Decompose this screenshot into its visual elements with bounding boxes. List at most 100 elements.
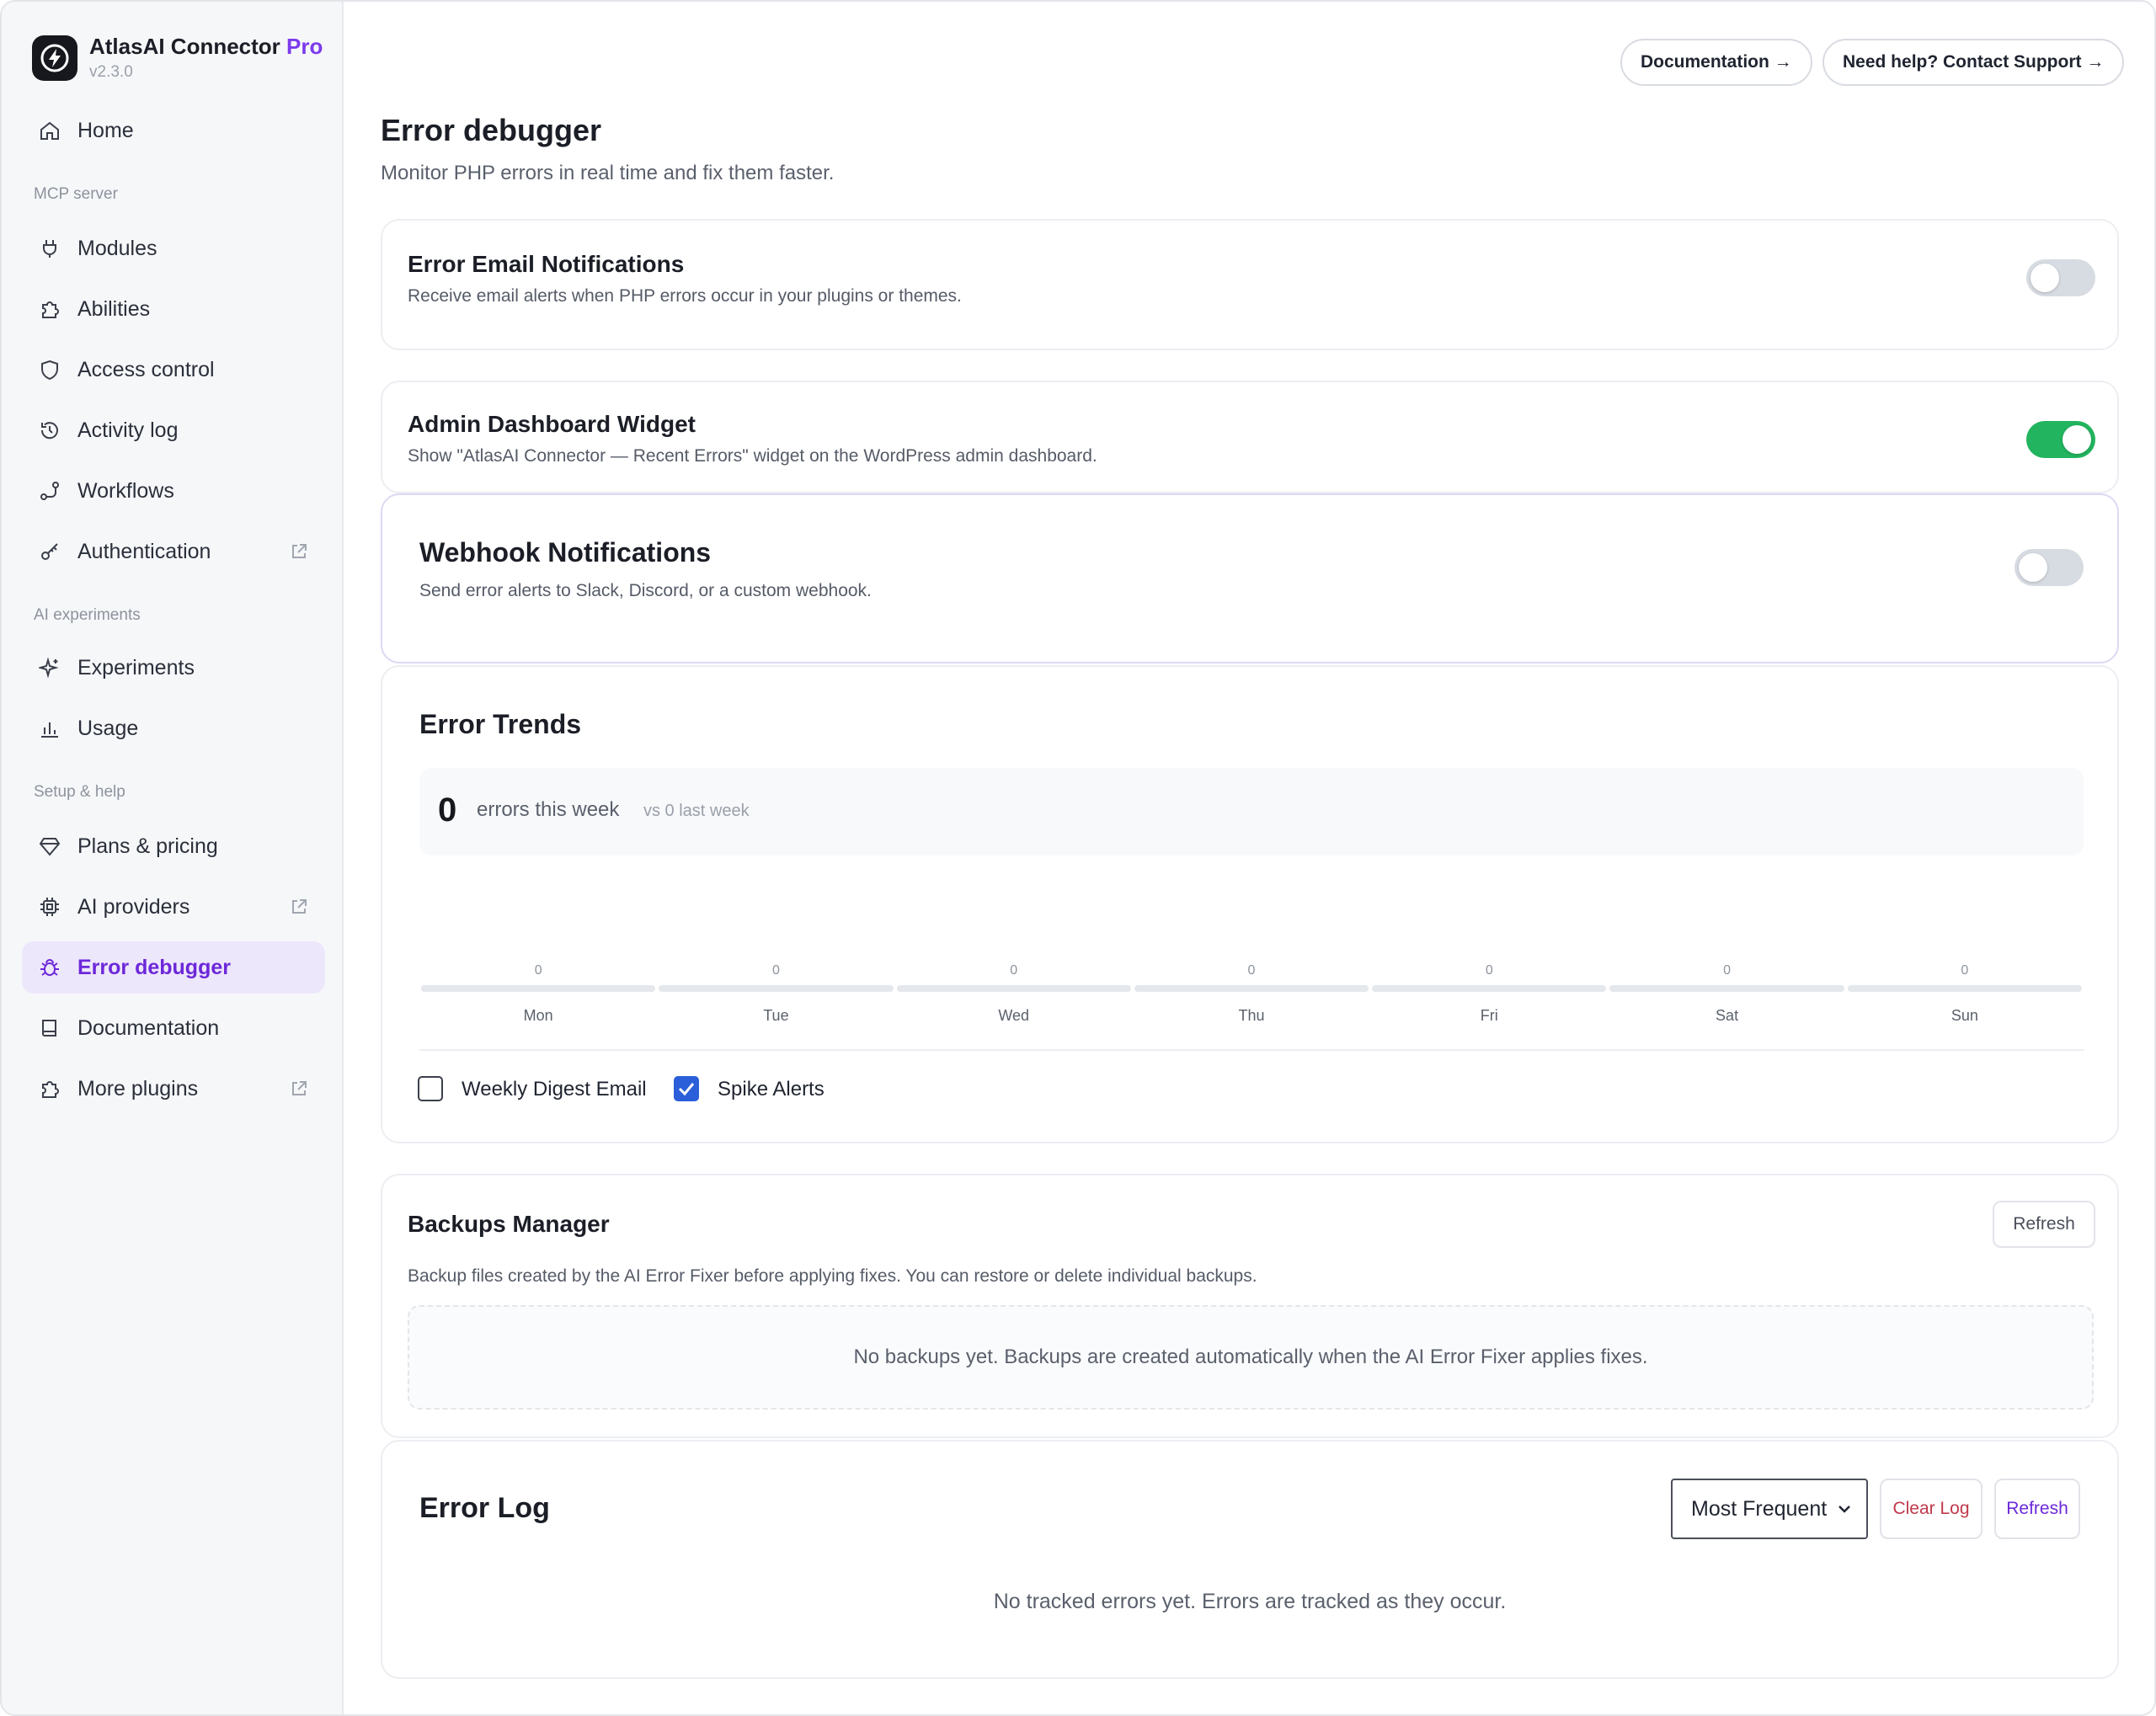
sidebar-item-label: Modules xyxy=(77,236,157,260)
dashboard-widget-title: Admin Dashboard Widget xyxy=(408,411,696,437)
day-bar xyxy=(1609,985,1844,992)
brand-name: AtlasAI Connector Pro xyxy=(89,34,323,60)
sidebar-item-label: Workflows xyxy=(77,478,174,503)
error-trends-card: Error Trends 0 errors this week vs 0 las… xyxy=(381,665,2119,1143)
chevron-down-icon xyxy=(1838,1505,1850,1513)
weekly-digest-checkbox[interactable] xyxy=(418,1076,443,1101)
day-bar xyxy=(421,985,656,992)
sidebar-item-plans[interactable]: Plans & pricing xyxy=(22,820,325,872)
day-bar xyxy=(1847,985,2082,992)
external-link-icon xyxy=(290,898,308,916)
sidebar-item-label: Usage xyxy=(77,716,139,740)
weekly-stat-box: 0 errors this week vs 0 last week xyxy=(419,768,2084,855)
diamond-icon xyxy=(37,834,62,859)
sidebar-item-ai-providers[interactable]: AI providers xyxy=(22,881,325,933)
sidebar: AtlasAI Connector Pro v2.3.0 Home MCP se… xyxy=(2,2,344,1714)
sidebar-item-label: Error debugger xyxy=(77,955,231,979)
webhook-card: Webhook Notifications Send error alerts … xyxy=(381,493,2119,663)
sidebar-item-label: Experiments xyxy=(77,655,195,679)
error-log-card: Error Log Most Frequent Clear Log Refres… xyxy=(381,1440,2119,1679)
page-subtitle: Monitor PHP errors in real time and fix … xyxy=(381,162,835,184)
brand-tier-badge: Pro xyxy=(286,34,323,59)
day-value: 0 xyxy=(1961,963,1969,978)
key-icon xyxy=(37,539,62,564)
error-log-refresh-button[interactable]: Refresh xyxy=(1994,1479,2080,1539)
bug-icon xyxy=(37,955,62,980)
day-label: Sun xyxy=(1951,1007,1978,1024)
dashboard-widget-toggle[interactable] xyxy=(2026,421,2095,458)
sidebar-item-label: Access control xyxy=(77,357,215,381)
sidebar-item-label: Authentication xyxy=(77,539,211,563)
sidebar-item-access-control[interactable]: Access control xyxy=(22,344,325,396)
external-link-icon xyxy=(290,542,308,561)
sidebar-item-label: Activity log xyxy=(77,418,179,442)
documentation-button[interactable]: Documentation → xyxy=(1620,39,1812,86)
spike-alerts-label: Spike Alerts xyxy=(718,1078,825,1100)
day-bar xyxy=(896,985,1131,992)
workflow-icon xyxy=(37,478,62,504)
error-log-title: Error Log xyxy=(419,1492,550,1524)
toggle-knob xyxy=(2019,553,2047,582)
sidebar-item-modules[interactable]: Modules xyxy=(22,222,325,274)
sidebar-item-label: Documentation xyxy=(77,1015,220,1040)
external-link-icon xyxy=(290,1079,308,1098)
email-notifications-card: Error Email Notifications Receive email … xyxy=(381,219,2119,350)
day-label: Tue xyxy=(763,1007,789,1024)
weekly-error-label: errors this week xyxy=(477,798,620,821)
sidebar-item-workflows[interactable]: Workflows xyxy=(22,465,325,517)
puzzle-icon xyxy=(37,296,62,322)
home-icon xyxy=(37,118,62,143)
sidebar-item-label: More plugins xyxy=(77,1076,199,1100)
brand-version: v2.3.0 xyxy=(89,63,133,81)
shield-icon xyxy=(37,357,62,382)
backups-card: Backups Manager Refresh Backup files cre… xyxy=(381,1174,2119,1438)
sidebar-item-authentication[interactable]: Authentication xyxy=(22,525,325,578)
sidebar-item-label: Home xyxy=(77,118,134,142)
sidebar-item-error-debugger[interactable]: Error debugger xyxy=(22,941,325,994)
error-trends-title: Error Trends xyxy=(419,709,582,739)
sidebar-item-activity-log[interactable]: Activity log xyxy=(22,404,325,456)
day-bar xyxy=(1372,985,1607,992)
day-bar xyxy=(1134,985,1369,992)
clear-log-button[interactable]: Clear Log xyxy=(1880,1479,1983,1539)
plug-icon xyxy=(37,236,62,261)
backups-desc: Backup files created by the AI Error Fix… xyxy=(408,1266,1257,1286)
day-value: 0 xyxy=(771,963,780,978)
sidebar-item-abilities[interactable]: Abilities xyxy=(22,283,325,335)
sidebar-item-usage[interactable]: Usage xyxy=(22,702,325,754)
toggle-knob xyxy=(2031,264,2059,292)
brand-title: AtlasAI Connector xyxy=(89,34,280,59)
sidebar-item-home[interactable]: Home xyxy=(22,104,325,157)
backups-title: Backups Manager xyxy=(408,1211,610,1237)
brand-logo-icon xyxy=(32,35,77,81)
email-notifications-title: Error Email Notifications xyxy=(408,251,685,277)
day-value: 0 xyxy=(1010,963,1018,978)
page-title: Error debugger xyxy=(381,113,602,147)
day-value: 0 xyxy=(1723,963,1732,978)
day-label: Mon xyxy=(523,1007,553,1024)
sidebar-item-experiments[interactable]: Experiments xyxy=(22,642,325,694)
sidebar-item-label: Plans & pricing xyxy=(77,834,218,858)
puzzle-icon xyxy=(37,1076,62,1101)
contact-support-button[interactable]: Need help? Contact Support → xyxy=(1822,39,2125,86)
section-label-mcp: MCP server xyxy=(34,185,118,203)
weekly-error-count: 0 xyxy=(438,791,457,829)
sidebar-item-documentation[interactable]: Documentation xyxy=(22,1002,325,1054)
day-value: 0 xyxy=(534,963,542,978)
sort-select-value: Most Frequent xyxy=(1691,1496,1828,1521)
sidebar-item-more-plugins[interactable]: More plugins xyxy=(22,1063,325,1115)
toggle-knob xyxy=(2063,425,2091,454)
day-label: Sat xyxy=(1716,1007,1739,1024)
backups-refresh-button[interactable]: Refresh xyxy=(1993,1201,2095,1248)
webhook-toggle[interactable] xyxy=(2015,549,2084,586)
error-log-sort-select[interactable]: Most Frequent xyxy=(1671,1479,1868,1539)
section-label-ai: AI experiments xyxy=(34,606,141,624)
app-window: AtlasAI Connector Pro v2.3.0 Home MCP se… xyxy=(0,0,2156,1716)
dashboard-widget-card: Admin Dashboard Widget Show "AtlasAI Con… xyxy=(381,381,2119,493)
day-bar xyxy=(659,985,894,992)
spike-alerts-checkbox[interactable] xyxy=(674,1076,699,1101)
book-icon xyxy=(37,1015,62,1041)
backups-empty-state: No backups yet. Backups are created auto… xyxy=(408,1305,2094,1410)
error-log-empty-state: No tracked errors yet. Errors are tracke… xyxy=(993,1590,1507,1613)
email-notifications-toggle[interactable] xyxy=(2026,259,2095,296)
